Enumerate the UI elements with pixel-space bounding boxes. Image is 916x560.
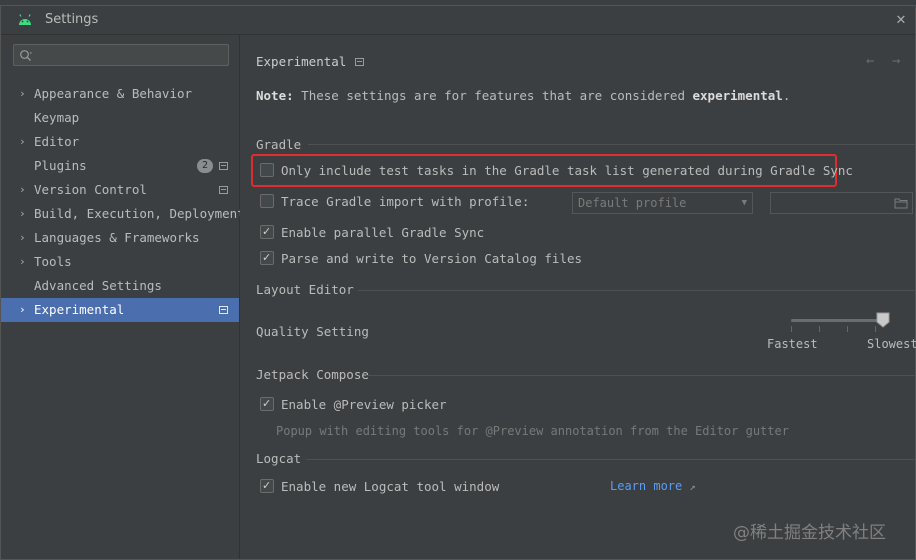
version-catalog-option[interactable]: Parse and write to Version Catalog files: [260, 249, 583, 268]
settings-dialog: Settings ✕ › Appearance & Behavior Keyma…: [0, 5, 916, 560]
settings-sidebar: › Appearance & Behavior Keymap › Editor …: [1, 35, 245, 559]
window-title: Settings: [45, 12, 99, 27]
android-icon: [19, 14, 31, 25]
external-link-icon: ↗: [689, 482, 696, 493]
new-logcat-option[interactable]: Enable new Logcat tool window: [260, 477, 500, 496]
preview-picker-option[interactable]: Enable @Preview picker: [260, 395, 447, 414]
sidebar-item-languages-frameworks[interactable]: › Languages & Frameworks: [1, 226, 239, 250]
layout-editor-section-title: Layout Editor: [256, 282, 354, 297]
parallel-sync-label: Enable parallel Gradle Sync: [281, 225, 485, 240]
slider-max-label: Slowest: [867, 337, 916, 351]
gradle-section-title: Gradle: [256, 137, 302, 152]
trace-import-label: Trace Gradle import with profile:: [281, 194, 530, 209]
project-level-icon: [219, 186, 228, 194]
note-suffix: .: [782, 88, 791, 103]
note-emphasis: experimental: [692, 88, 783, 103]
preview-picker-checkbox[interactable]: [260, 395, 274, 413]
section-divider: [358, 290, 915, 291]
chevron-right-icon: ›: [19, 135, 26, 148]
trace-import-option[interactable]: Trace Gradle import with profile:: [260, 193, 529, 211]
sidebar-item-advanced-settings[interactable]: Advanced Settings: [1, 274, 239, 298]
new-logcat-checkbox[interactable]: [260, 477, 274, 495]
back-arrow-icon[interactable]: ←: [866, 53, 874, 69]
only-test-tasks-checkbox[interactable]: [260, 163, 274, 177]
section-divider: [306, 459, 915, 460]
slider-tick: [847, 326, 848, 332]
section-divider: [366, 375, 915, 376]
sidebar-item-keymap[interactable]: Keymap: [1, 106, 239, 130]
sidebar-item-label: Keymap: [34, 110, 80, 125]
logcat-section-title: Logcat: [256, 451, 302, 466]
sidebar-item-editor[interactable]: › Editor: [1, 130, 239, 154]
new-logcat-label: Enable new Logcat tool window: [281, 479, 500, 494]
slider-min-label: Fastest: [767, 337, 818, 351]
only-test-tasks-option[interactable]: Only include test tasks in the Gradle ta…: [260, 162, 853, 180]
title-bar: Settings ✕: [1, 6, 915, 35]
folder-icon[interactable]: [894, 197, 908, 209]
sidebar-item-build-execution-deployment[interactable]: › Build, Execution, Deployment: [1, 202, 245, 226]
sidebar-item-label: Tools: [34, 254, 72, 269]
updates-count-badge: 2: [197, 159, 213, 173]
project-level-icon: [219, 306, 228, 314]
chevron-right-icon: ›: [19, 207, 26, 220]
slider-tick: [791, 326, 792, 332]
quality-slider-track[interactable]: [791, 319, 887, 322]
dropdown-arrow-icon: ▼: [741, 198, 747, 208]
search-input[interactable]: [13, 44, 229, 66]
sidebar-item-label: Editor: [34, 134, 80, 149]
forward-arrow-icon[interactable]: →: [892, 53, 900, 69]
only-test-tasks-label: Only include test tasks in the Gradle ta…: [281, 163, 853, 178]
slider-tick: [875, 326, 876, 332]
sidebar-item-label: Plugins: [34, 158, 87, 173]
profile-select-value: Default profile: [578, 196, 687, 210]
chevron-right-icon: ›: [19, 183, 26, 196]
watermark: @稀土掘金技术社区: [733, 523, 886, 543]
chevron-right-icon: ›: [19, 87, 26, 100]
profile-select[interactable]: Default profile ▼: [572, 192, 753, 214]
section-divider: [308, 144, 915, 145]
trace-import-checkbox[interactable]: [260, 194, 274, 208]
learn-more-link[interactable]: Learn more ↗: [610, 479, 696, 493]
search-icon: [20, 50, 32, 61]
sidebar-item-label: Build, Execution, Deployment: [34, 206, 245, 221]
chevron-right-icon: ›: [19, 303, 26, 316]
sidebar-item-tools[interactable]: › Tools: [1, 250, 239, 274]
project-level-icon: [219, 162, 228, 170]
sidebar-item-plugins[interactable]: Plugins 2: [1, 154, 239, 178]
parallel-sync-option[interactable]: Enable parallel Gradle Sync: [260, 223, 485, 242]
note-text: These settings are for features that are…: [293, 88, 693, 103]
sidebar-item-label: Version Control: [34, 182, 147, 197]
note-prefix: Note:: [256, 88, 294, 103]
preview-picker-label: Enable @Preview picker: [281, 397, 447, 412]
sidebar-item-label: Experimental: [34, 302, 125, 317]
sidebar-item-label: Advanced Settings: [34, 278, 162, 293]
sidebar-item-appearance-behavior[interactable]: › Appearance & Behavior: [1, 82, 239, 106]
quality-slider-thumb[interactable]: [876, 312, 890, 328]
close-icon[interactable]: ✕: [893, 11, 909, 27]
learn-more-text: Learn more: [610, 479, 683, 493]
sidebar-item-label: Appearance & Behavior: [34, 86, 193, 101]
slider-tick: [819, 326, 820, 332]
sidebar-item-label: Languages & Frameworks: [34, 230, 200, 245]
settings-content: Experimental ← → Note: These settings ar…: [240, 35, 916, 559]
version-catalog-checkbox[interactable]: [260, 249, 274, 267]
experimental-note: Note: These settings are for features th…: [256, 88, 790, 103]
chevron-right-icon: ›: [19, 255, 26, 268]
preview-picker-hint: Popup with editing tools for @Preview an…: [276, 424, 789, 438]
parallel-sync-checkbox[interactable]: [260, 223, 274, 241]
sidebar-item-experimental[interactable]: › Experimental: [1, 298, 239, 322]
quality-setting-label: Quality Setting: [256, 324, 369, 339]
sidebar-item-version-control[interactable]: › Version Control: [1, 178, 239, 202]
version-catalog-label: Parse and write to Version Catalog files: [281, 251, 583, 266]
profile-path-field[interactable]: [770, 192, 913, 214]
project-level-icon: [355, 58, 364, 66]
compose-section-title: Jetpack Compose: [256, 367, 369, 382]
page-title: Experimental: [256, 54, 347, 69]
chevron-right-icon: ›: [19, 231, 26, 244]
